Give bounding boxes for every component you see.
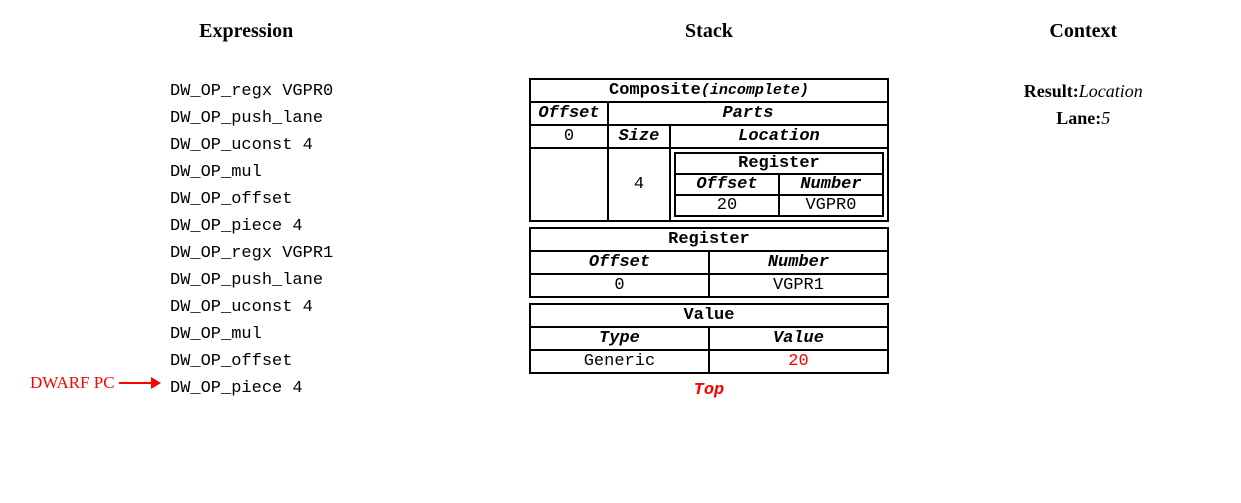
instruction: DW_OP_mul [170,321,462,348]
lane-row: Lane:5 [956,105,1212,132]
offset-value: 0 [531,126,607,149]
register-values: 0 VGPR1 [531,273,887,296]
value-type-value: Generic [531,351,710,372]
parts-header: Parts [609,101,887,126]
top-label: Top [694,381,725,400]
inner-number-value: VGPR0 [780,196,882,215]
inner-register-box: Register Offset Number 20 VGPR0 [674,152,884,217]
stack-wrapper: Composite(incomplete) Offset 0 Parts Siz… [512,78,905,400]
register-headers: Offset Number [531,250,887,273]
instruction: DW_OP_piece 4 [170,213,462,240]
expression-heading: Expression [30,20,462,43]
location-col: Location Register Offset Number 20 [671,126,887,220]
lane-label: Lane: [1056,108,1101,128]
register-offset-value: 0 [531,275,710,296]
instruction: DW_OP_uconst 4 [170,294,462,321]
expression-column: Expression DW_OP_regx VGPR0 DW_OP_push_l… [30,20,462,402]
pc-label: DWARF PC [30,373,115,393]
register-title: Register [531,229,887,250]
composite-box: Composite(incomplete) Offset 0 Parts Siz… [529,78,889,222]
context-column: Context Result:Location Lane:5 [956,20,1212,402]
instruction: DW_OP_offset [170,348,462,375]
main-container: Expression DW_OP_regx VGPR0 DW_OP_push_l… [30,20,1211,402]
value-headers: Type Value [531,326,887,349]
composite-body: Offset 0 Parts Size 4 Location [531,101,887,220]
stack-heading: Stack [512,20,905,43]
inner-register-headers: Offset Number [676,173,882,194]
inner-number-header: Number [780,175,882,194]
composite-title: Composite(incomplete) [531,80,887,101]
arrow-right-icon [119,382,159,384]
result-row: Result:Location [956,78,1212,105]
offset-header: Offset [531,101,607,126]
inner-offset-header: Offset [676,175,780,194]
stack-column: Stack Composite(incomplete) Offset 0 Par… [512,20,905,402]
instruction-list: DW_OP_regx VGPR0 DW_OP_push_lane DW_OP_u… [170,78,462,402]
result-label: Result: [1024,81,1079,101]
context-body: Result:Location Lane:5 [956,78,1212,132]
location-header: Location [671,126,887,149]
inner-register-title: Register [676,154,882,173]
value-value-header: Value [710,328,887,349]
composite-offset-col: Offset 0 [531,101,609,220]
instruction: DW_OP_uconst 4 [170,132,462,159]
dwarf-pc-pointer: DWARF PC [30,373,159,393]
instruction: DW_OP_mul [170,159,462,186]
composite-suffix: (incomplete) [701,82,809,99]
parts-body: Size 4 Location Register Offset Number [609,126,887,220]
composite-title-text: Composite [609,81,701,100]
register-number-value: VGPR1 [710,275,887,296]
value-title: Value [531,305,887,326]
instruction: DW_OP_push_lane [170,105,462,132]
register-offset-header: Offset [531,252,710,273]
instruction: DW_OP_regx VGPR0 [170,78,462,105]
size-value: 4 [609,149,669,220]
value-type-header: Type [531,328,710,349]
register-box: Register Offset Number 0 VGPR1 [529,227,889,298]
instruction: DW_OP_piece 4 [170,375,462,402]
value-box: Value Type Value Generic 20 [529,303,889,374]
context-heading: Context [956,20,1212,43]
instruction: DW_OP_push_lane [170,267,462,294]
result-value: Location [1079,81,1143,101]
size-col: Size 4 [609,126,671,220]
size-header: Size [609,126,669,149]
inner-register-values: 20 VGPR0 [676,194,882,215]
register-number-header: Number [710,252,887,273]
value-values: Generic 20 [531,349,887,372]
instruction: DW_OP_regx VGPR1 [170,240,462,267]
value-value-value: 20 [710,351,887,372]
parts-col: Parts Size 4 Location Register [609,101,887,220]
lane-value: 5 [1101,108,1110,128]
inner-offset-value: 20 [676,196,780,215]
instruction: DW_OP_offset [170,186,462,213]
